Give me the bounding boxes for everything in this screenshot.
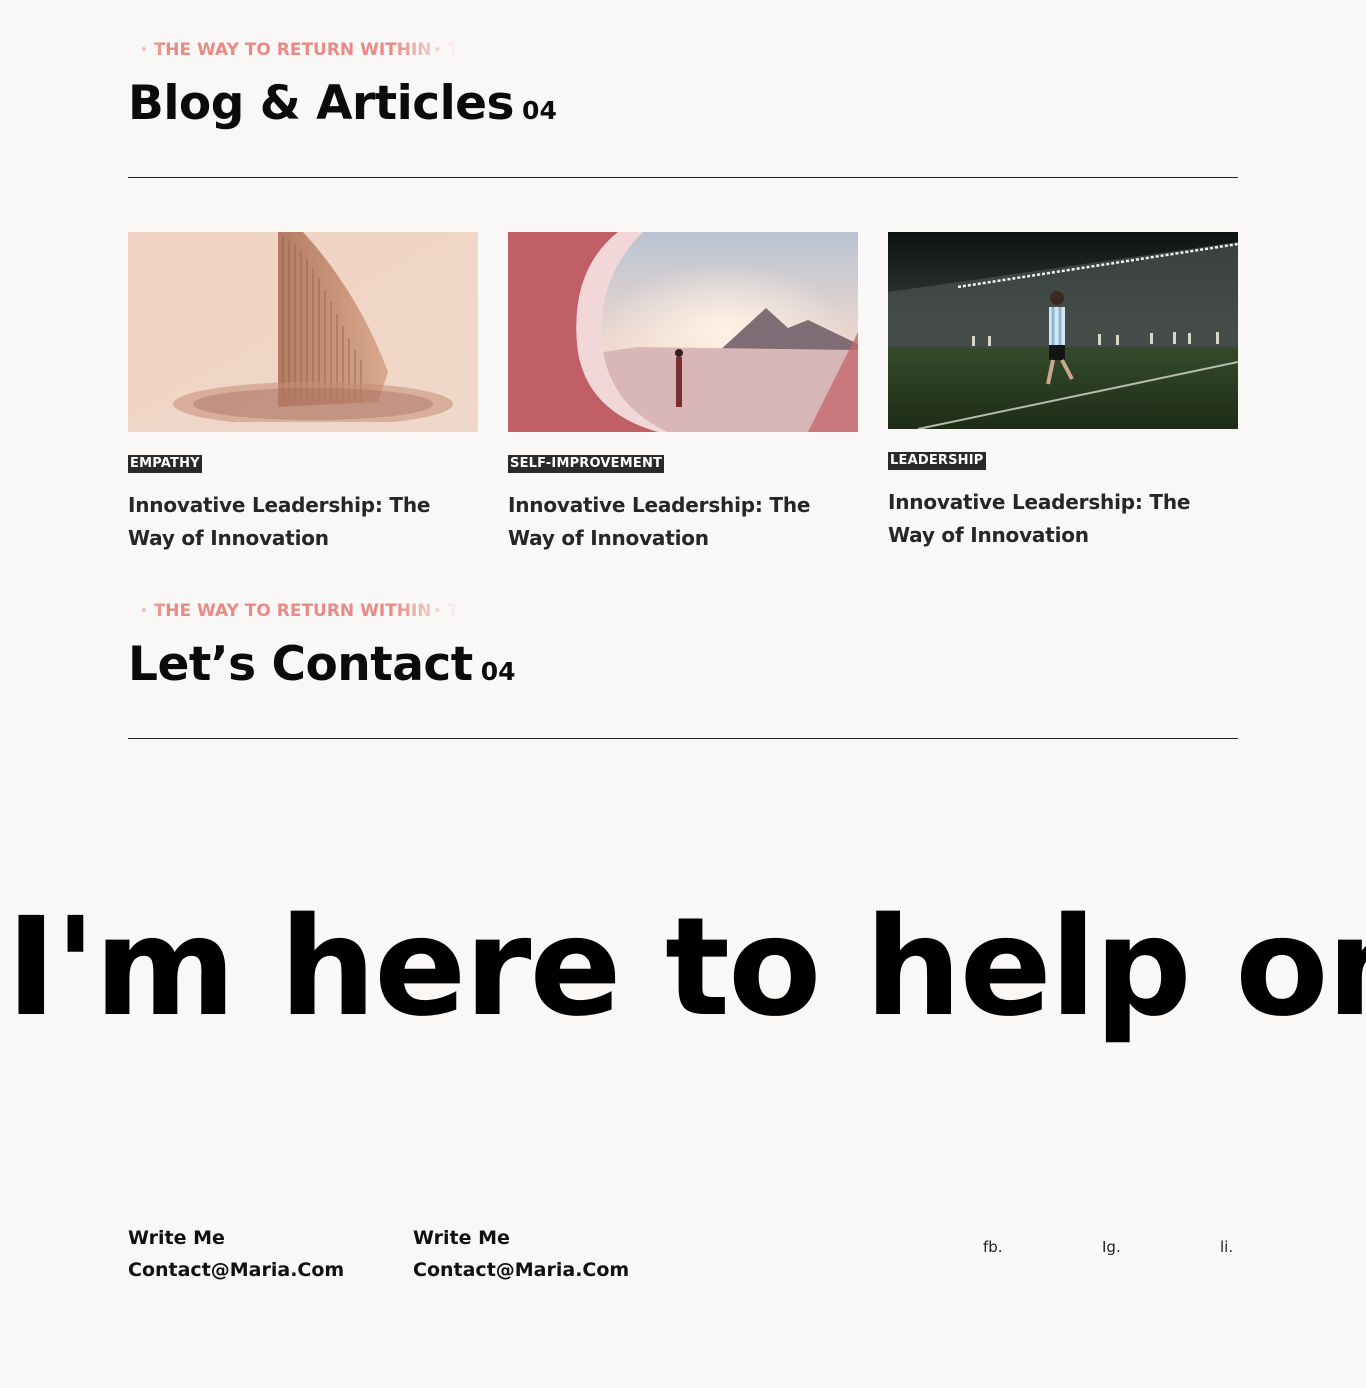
linkedin-link[interactable]: li. [1220,1238,1233,1256]
contact-label: Write Me [413,1227,510,1249]
ticker-text: THE WAY TO RETURN WITHIN [153,601,432,621]
instagram-link[interactable]: Ig. [1102,1238,1121,1256]
ticker-text: THE WAY TO RETURN WITHIN [153,40,432,60]
divider [128,738,1238,739]
contact-label: Write Me [128,1227,225,1249]
ticker-text-repeat: THE WAY TO RETURN WITHIN [447,40,458,60]
tag-badge[interactable]: SELF-IMPROVEMENT [508,455,665,473]
blog-card-self-improvement[interactable]: SELF-IMPROVEMENT Innovative Leadership: … [508,232,858,555]
facebook-link[interactable]: fb. [983,1238,1003,1256]
post-title[interactable]: Innovative Leadership: The Way of Innova… [128,489,478,555]
tag-badge[interactable]: LEADERSHIP [888,452,986,470]
blog-image-stadium[interactable] [888,232,1238,429]
divider [128,177,1238,178]
ticker-text-repeat: THE WAY TO RETURN WITHIN [447,601,458,621]
blog-count: 04 [522,96,557,125]
marquee-text: I'm here to help on y [6,889,1366,1047]
blog-section-title: Blog & Articles 04 [128,76,557,131]
contact-email-link[interactable]: Contact@Maria.Com [128,1254,344,1286]
contact-block-1: Write Me Contact@Maria.Com [128,1222,344,1286]
tag-badge[interactable]: EMPATHY [128,455,202,473]
contact-email-link[interactable]: Contact@Maria.Com [413,1254,629,1286]
blog-ticker: •THE WAY TO RETURN WITHIN•THE WAY TO RET… [138,40,458,62]
blog-card-empathy[interactable]: EMPATHY Innovative Leadership: The Way o… [128,232,478,555]
contact-block-2: Write Me Contact@Maria.Com [413,1222,629,1286]
blog-image-crowd[interactable] [128,232,478,432]
blog-image-lake[interactable] [508,232,858,432]
contact-count: 04 [480,657,516,686]
contact-ticker: •THE WAY TO RETURN WITHIN•THE WAY TO RET… [138,601,458,623]
contact-section-title: Let’s Contact 04 [128,637,516,692]
blog-card-leadership[interactable]: LEADERSHIP Innovative Leadership: The Wa… [888,232,1238,552]
post-title[interactable]: Innovative Leadership: The Way of Innova… [508,489,858,555]
marquee-container: I'm here to help on y [0,880,1366,1080]
post-title[interactable]: Innovative Leadership: The Way of Innova… [888,486,1238,552]
